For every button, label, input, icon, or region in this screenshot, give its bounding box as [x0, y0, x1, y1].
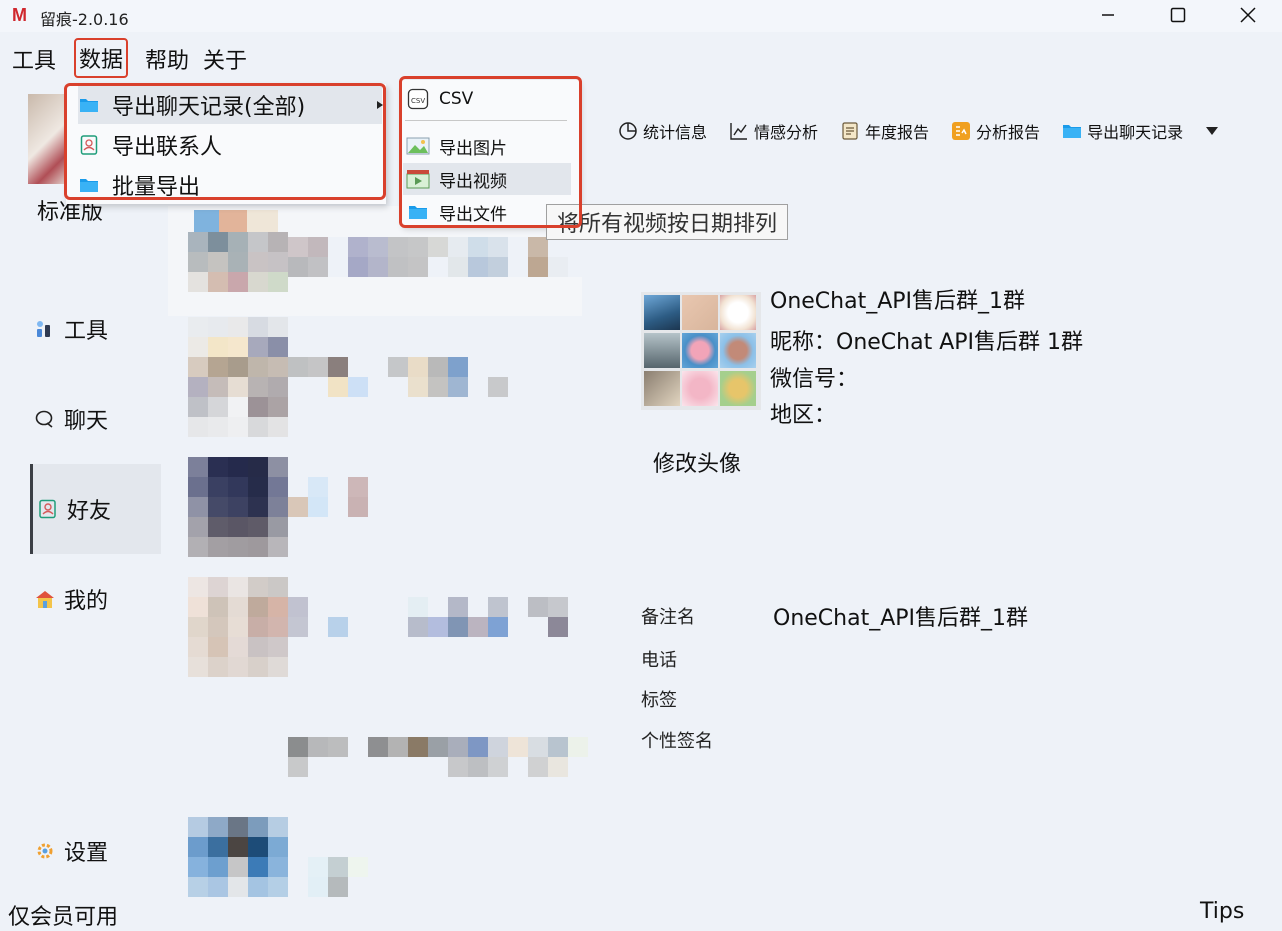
data-menu-dropdown: 导出聊天记录(全部) 导出联系人 批量导出: [66, 84, 386, 204]
sidebar-item-chat[interactable]: 聊天: [30, 374, 161, 464]
contact-list-item[interactable]: [288, 737, 588, 777]
close-button[interactable]: [1225, 0, 1271, 30]
sidebar-item-label: 好友: [67, 499, 112, 524]
chevron-down-icon: [1206, 127, 1219, 135]
menu-bar: 工具 数据 帮助 关于: [0, 38, 257, 78]
annual-report-button[interactable]: 年度报告: [840, 119, 929, 143]
menu-item-export-all-chats[interactable]: 导出聊天记录(全部): [78, 86, 383, 124]
sidebar-item-label: 工具: [64, 319, 109, 344]
contacts-icon: [37, 498, 59, 520]
signature-label: 个性签名: [641, 731, 713, 752]
gear-icon: [34, 840, 56, 862]
app-logo: M: [12, 5, 27, 25]
user-avatar[interactable]: [28, 94, 70, 184]
folder-icon: [405, 201, 431, 223]
home-icon: [34, 588, 56, 610]
contact-nickname: 昵称：OneChat API售后群 1群: [770, 330, 1083, 355]
csv-file-icon: CSV: [405, 88, 431, 110]
maximize-button[interactable]: [1155, 0, 1201, 30]
chat-icon: [34, 408, 56, 430]
contact-list-item[interactable]: [188, 317, 288, 437]
phone-label: 电话: [641, 650, 677, 671]
folder-icon: [78, 176, 100, 194]
submenu-item-export-videos[interactable]: 导出视频: [403, 163, 571, 195]
window-title: 留痕-2.0.16: [40, 10, 129, 29]
submenu-item-csv[interactable]: CSV CSV: [403, 83, 571, 115]
analysis-icon: [951, 121, 971, 141]
menu-tools[interactable]: 工具: [0, 38, 66, 78]
statistics-button[interactable]: 统计信息: [618, 119, 707, 143]
submenu-arrow-icon: [377, 101, 383, 109]
menu-help[interactable]: 帮助: [133, 38, 199, 78]
sidebar-item-label: 聊天: [64, 409, 109, 434]
contact-wechat-id: 微信号：: [770, 367, 859, 392]
contact-list-item[interactable]: [188, 577, 288, 677]
maximize-icon: [1170, 7, 1186, 23]
menu-about[interactable]: 关于: [199, 38, 257, 78]
sidebar-item-friends[interactable]: 好友: [30, 464, 161, 554]
report-icon: [840, 121, 860, 141]
sidebar-item-label: 我的: [64, 589, 109, 614]
video-icon: [405, 168, 431, 190]
submenu-divider: [405, 120, 567, 121]
contact-list-item: [308, 857, 368, 897]
status-members-only: 仅会员可用: [8, 905, 119, 930]
action-toolbar: 统计信息 情感分析 年度报告 分析报告 导出聊天记录: [618, 118, 1241, 144]
sidebar-item-label: 设置: [64, 841, 109, 866]
contact-list-item[interactable]: [188, 817, 288, 897]
menu-item-export-contacts[interactable]: 导出联系人: [78, 126, 382, 164]
bar-chart-icon: [729, 121, 749, 141]
contact-list-item: [288, 357, 588, 397]
contact-list-item: [288, 237, 588, 277]
folder-icon: [78, 96, 100, 114]
sidebar-item-mine[interactable]: 我的: [30, 554, 161, 644]
minimize-button[interactable]: [1085, 0, 1131, 30]
tools-icon: [34, 318, 56, 340]
contact-region: 地区：: [770, 403, 837, 428]
tags-label: 标签: [641, 690, 677, 711]
sidebar-item-settings[interactable]: 设置: [30, 806, 161, 896]
change-avatar-button[interactable]: 修改头像: [653, 446, 741, 478]
close-icon: [1240, 7, 1256, 23]
image-icon: [405, 135, 431, 157]
folder-icon: [1062, 121, 1082, 141]
menu-data[interactable]: 数据: [74, 38, 129, 78]
tooltip: 将所有视频按日期排列: [546, 204, 789, 240]
analysis-report-button[interactable]: 分析报告: [951, 119, 1040, 143]
toolbar-more-button[interactable]: [1205, 126, 1219, 136]
sidebar-item-tools[interactable]: 工具: [30, 284, 161, 374]
svg-text:CSV: CSV: [411, 97, 425, 105]
remark-label: 备注名: [641, 607, 695, 628]
contact-name: OneChat_API售后群_1群: [770, 289, 1026, 314]
sentiment-analysis-button[interactable]: 情感分析: [729, 119, 818, 143]
minimize-icon: [1102, 14, 1114, 16]
export-chat-button[interactable]: 导出聊天记录: [1062, 119, 1183, 143]
contact-list-item: [288, 477, 388, 517]
contact-list-item: [288, 597, 588, 637]
contact-list-item[interactable]: [188, 232, 288, 292]
menu-item-batch-export[interactable]: 批量导出: [78, 166, 382, 204]
tips-button[interactable]: Tips: [1200, 899, 1244, 924]
contacts-icon: [78, 135, 100, 155]
submenu-item-export-images[interactable]: 导出图片: [403, 130, 571, 162]
group-avatar-thumbnail: [194, 210, 278, 234]
remark-value[interactable]: OneChat_API售后群_1群: [773, 600, 1028, 632]
group-avatar: [641, 292, 761, 410]
contact-list-item[interactable]: [188, 457, 288, 557]
pie-chart-icon: [618, 121, 638, 141]
